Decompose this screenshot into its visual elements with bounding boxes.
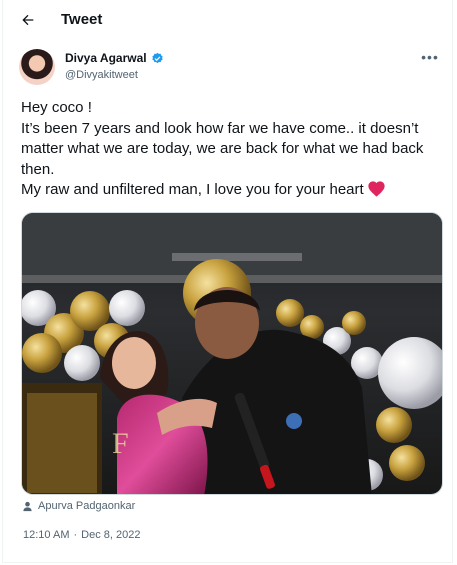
tweet-date: Dec 8, 2022 xyxy=(81,529,141,541)
more-icon: ••• xyxy=(421,49,439,65)
person-icon xyxy=(23,501,32,511)
arrow-left-icon xyxy=(22,14,34,26)
tweet-timestamp[interactable]: 12:10 AM · Dec 8, 2022 xyxy=(23,529,140,541)
media-credit[interactable]: Apurva Padgaonkar xyxy=(22,500,135,512)
svg-text:F: F xyxy=(112,427,129,460)
author-name[interactable]: Divya Agarwal xyxy=(65,51,147,65)
top-bar: Tweet xyxy=(3,0,452,40)
timestamp-separator: · xyxy=(73,529,78,541)
verified-badge-icon xyxy=(151,52,163,63)
tweet-line-text: My raw and unfiltered man, I love you fo… xyxy=(21,181,364,198)
red-heart-icon xyxy=(368,181,385,197)
author-handle[interactable]: @Divyakitweet xyxy=(65,69,138,81)
profile-avatar[interactable] xyxy=(19,49,55,85)
author-name-row[interactable]: Divya Agarwal xyxy=(65,51,164,65)
tweet-detail-panel: Tweet Divya Agarwal @Divyakitweet ••• He… xyxy=(2,0,453,563)
media-credit-name[interactable]: Apurva Padgaonkar xyxy=(38,500,135,512)
tweet-text: Hey coco ! It’s been 7 years and look ho… xyxy=(21,98,441,201)
tweet-line: It’s been 7 years and look how far we ha… xyxy=(21,119,424,178)
page-title: Tweet xyxy=(61,11,103,28)
more-options-button[interactable]: ••• xyxy=(421,49,439,65)
tweet-line: Hey coco ! xyxy=(21,99,92,116)
back-button[interactable] xyxy=(17,9,39,31)
tweet-time: 12:10 AM xyxy=(23,529,70,541)
tweet-photo[interactable]: F xyxy=(21,212,443,495)
tweet-line: My raw and unfiltered man, I love you fo… xyxy=(21,180,441,201)
photo-image: F xyxy=(22,213,442,494)
